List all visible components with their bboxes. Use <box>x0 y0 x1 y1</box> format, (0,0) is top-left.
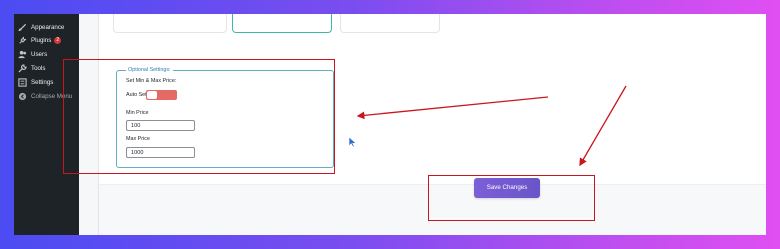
plugins-update-badge: 2 <box>54 36 62 44</box>
paintbrush-icon <box>18 23 27 32</box>
option-card[interactable] <box>113 14 227 33</box>
plug-icon <box>18 36 27 45</box>
collapse-icon <box>18 92 27 101</box>
highlight-box-optional-settings <box>63 59 335 174</box>
sidebar-item-label: Tools <box>31 64 46 72</box>
option-card[interactable] <box>340 14 440 33</box>
mouse-cursor-icon <box>349 137 356 147</box>
users-icon <box>18 50 27 59</box>
sidebar-item-users[interactable]: Users <box>18 48 47 60</box>
sidebar-item-settings[interactable]: Settings <box>18 76 53 88</box>
sidebar-item-label: Plugins <box>31 36 52 44</box>
settings-icon <box>18 77 27 87</box>
sidebar-item-label: Appearance <box>31 23 65 31</box>
wrench-icon <box>18 63 27 73</box>
sidebar-item-tools[interactable]: Tools <box>18 62 45 74</box>
highlight-box-save-button <box>428 175 595 221</box>
option-card-selected[interactable] <box>232 14 332 33</box>
sidebar-item-plugins[interactable]: Plugins 2 <box>18 34 62 46</box>
sidebar-item-label: Settings <box>31 78 54 86</box>
sidebar-item-label: Users <box>31 50 48 58</box>
sidebar-item-appearance[interactable]: Appearance <box>18 21 64 33</box>
